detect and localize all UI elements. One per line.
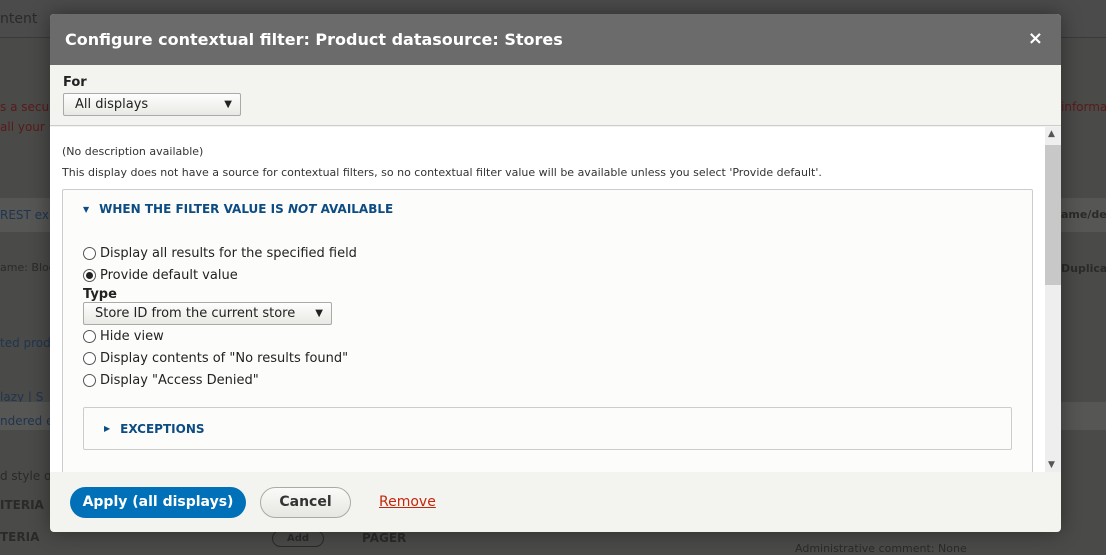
radio-icon[interactable]: [83, 351, 96, 365]
triangle-right-icon: ▶: [104, 424, 111, 433]
dialog-body: (No description available) This display …: [50, 127, 1045, 472]
legend-text: WHEN THE FILTER VALUE IS: [99, 202, 288, 216]
radio-label: Display "Access Denied": [100, 372, 259, 388]
fieldset-toggle[interactable]: ▼ WHEN THE FILTER VALUE IS NOT AVAILABLE: [83, 202, 1012, 216]
filter-not-available-fieldset: ▼ WHEN THE FILTER VALUE IS NOT AVAILABLE…: [62, 189, 1033, 472]
dialog-footer: Apply (all displays) Cancel Remove: [50, 472, 1061, 532]
bg-text: TERIA: [0, 530, 40, 544]
scroll-down-icon[interactable]: ▼: [1048, 460, 1055, 470]
radio-icon[interactable]: [83, 246, 96, 260]
bg-text: ame/desc: [1061, 208, 1106, 221]
bg-text: ted prod: [0, 336, 51, 350]
legend-em: NOT: [287, 202, 317, 216]
radio-no-results[interactable]: Display contents of "No results found": [83, 347, 1012, 369]
bg-text: s a secu: [0, 100, 50, 114]
radio-access-denied[interactable]: Display "Access Denied": [83, 369, 1012, 391]
radio-hide-view[interactable]: Hide view: [83, 325, 1012, 347]
close-icon[interactable]: ×: [1028, 28, 1043, 49]
legend-text: AVAILABLE: [316, 202, 394, 216]
radio-icon[interactable]: [83, 373, 96, 387]
type-select-value: Store ID from the current store: [95, 306, 296, 321]
bg-text: PAGER: [362, 531, 407, 545]
radio-provide-default[interactable]: Provide default value: [83, 264, 1012, 286]
bg-text: REST exp: [0, 208, 57, 222]
type-select[interactable]: Store ID from the current store ▼: [83, 302, 332, 325]
scrollbar[interactable]: ▲ ▼: [1045, 127, 1061, 472]
for-section: For All displays ▼: [50, 65, 1061, 126]
bg-text: all your: [0, 120, 45, 134]
exceptions-label: EXCEPTIONS: [120, 421, 205, 436]
scrollbar-thumb[interactable]: [1045, 145, 1061, 285]
dialog-header: Configure contextual filter: Product dat…: [50, 14, 1061, 65]
configure-filter-dialog: Configure contextual filter: Product dat…: [50, 14, 1061, 532]
bg-text: Administrative comment: None: [795, 542, 967, 555]
for-select-value: All displays: [75, 97, 149, 112]
type-label: Type: [83, 287, 117, 302]
chevron-down-icon: ▼: [224, 99, 232, 110]
radio-icon[interactable]: [83, 329, 96, 343]
dialog-title: Configure contextual filter: Product dat…: [65, 30, 563, 49]
remove-link[interactable]: Remove: [379, 494, 436, 510]
bg-text: ntent: [0, 11, 38, 27]
bg-text: Duplicate: [1061, 262, 1106, 275]
for-select[interactable]: All displays ▼: [63, 93, 241, 116]
for-label: For: [63, 75, 87, 90]
apply-button[interactable]: Apply (all displays): [70, 486, 246, 518]
radio-label: Display all results for the specified fi…: [100, 245, 357, 261]
scroll-up-icon[interactable]: ▲: [1048, 129, 1055, 139]
radio-checked-icon[interactable]: [83, 268, 96, 282]
no-description: (No description available): [62, 145, 204, 158]
bg-text: ame: Bloc: [0, 261, 55, 274]
radio-label: Display contents of "No results found": [100, 350, 349, 366]
radio-display-all[interactable]: Display all results for the specified fi…: [83, 242, 1012, 264]
radio-label: Provide default value: [100, 267, 238, 283]
bg-text: informa: [1061, 100, 1106, 114]
notice-text: This display does not have a source for …: [62, 166, 822, 179]
radio-label: Hide view: [100, 328, 164, 344]
bg-add-button: Add: [272, 530, 325, 547]
exceptions-toggle[interactable]: ▶ EXCEPTIONS: [83, 407, 1012, 450]
bg-text: d style o: [0, 469, 52, 483]
cancel-button[interactable]: Cancel: [260, 486, 351, 518]
bg-text: ITERIA: [0, 498, 44, 512]
triangle-down-icon: ▼: [83, 204, 90, 214]
chevron-down-icon: ▼: [315, 308, 323, 319]
